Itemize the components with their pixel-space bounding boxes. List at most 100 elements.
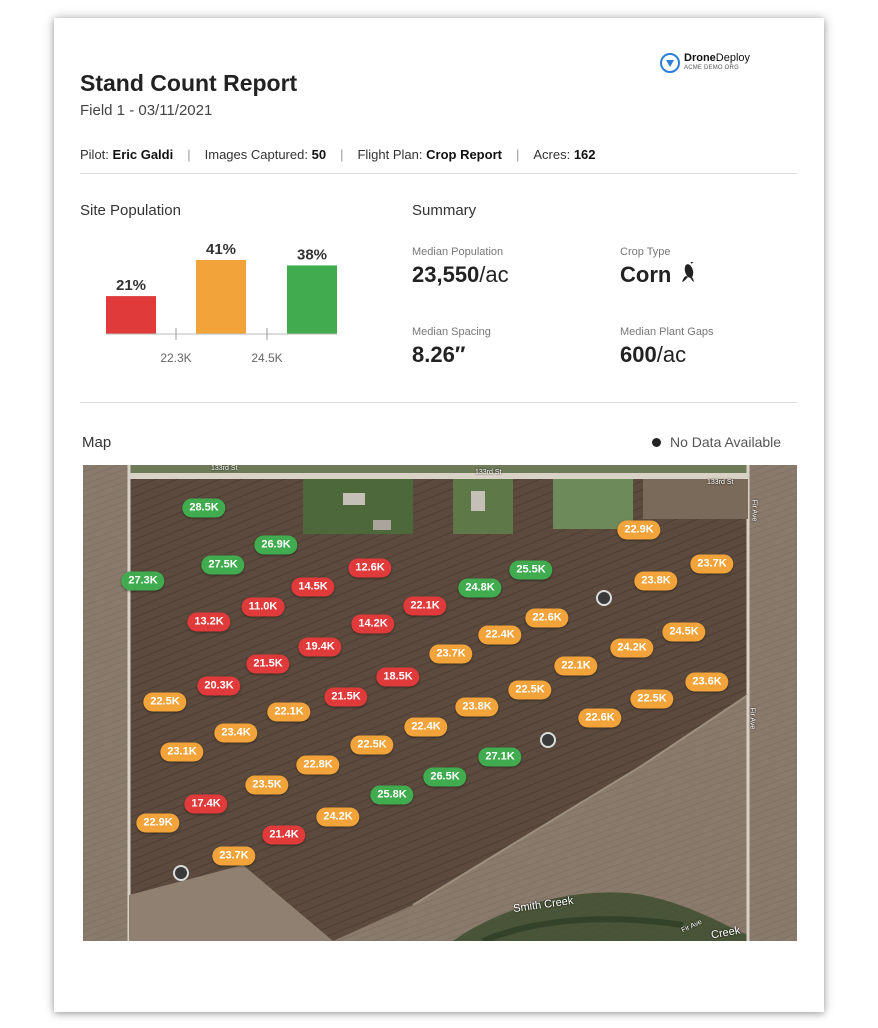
median-population-value: 23,550/ac — [412, 262, 509, 287]
stand-count-marker[interactable]: 27.5K — [201, 555, 245, 575]
field-map[interactable]: 133rd St 133rd St 133rd St Fir Ave Fir A… — [83, 465, 797, 941]
no-data-marker[interactable] — [596, 590, 612, 606]
stand-count-marker[interactable]: 24.2K — [610, 638, 654, 658]
stand-count-marker[interactable]: 14.5K — [291, 577, 335, 597]
stand-count-marker[interactable]: 23.6K — [685, 672, 729, 692]
logo-brand: DroneDeploy — [684, 52, 751, 64]
stand-count-marker[interactable]: 22.5K — [350, 735, 394, 755]
satellite-background — [83, 465, 797, 941]
stand-count-marker[interactable]: 18.5K — [376, 667, 420, 687]
stand-count-marker[interactable]: 23.8K — [634, 571, 678, 591]
stand-count-marker[interactable]: 22.1K — [554, 656, 598, 676]
acres-label: Acres: — [533, 147, 571, 162]
plan-value: Crop Report — [426, 147, 502, 162]
stand-count-marker[interactable]: 21.5K — [324, 687, 368, 707]
stand-count-marker[interactable]: 12.6K — [348, 558, 392, 578]
stand-count-marker[interactable]: 23.8K — [455, 697, 499, 717]
crop-type-label: Crop Type — [620, 246, 671, 258]
stand-count-marker[interactable]: 22.1K — [403, 596, 447, 616]
population-bar — [106, 296, 156, 334]
population-bar — [196, 260, 246, 334]
no-data-label: No Data Available — [670, 434, 782, 450]
separator: | — [515, 147, 520, 162]
crop-type-value: Corn — [620, 261, 697, 288]
separator: | — [187, 147, 191, 162]
map-legend: No Data Available — [652, 434, 781, 450]
separator: | — [340, 147, 344, 162]
stand-count-marker[interactable]: 25.8K — [370, 785, 414, 805]
stand-count-marker[interactable]: 24.8K — [458, 578, 502, 598]
pilot-value: Eric Galdi — [112, 147, 174, 162]
road-label: Fir Ave — [750, 499, 758, 522]
road-label: 133rd St — [707, 479, 734, 486]
map-label: Map — [82, 434, 112, 451]
images-label: Images Captured: — [204, 147, 308, 162]
bar-value-label: 41% — [206, 241, 236, 258]
stand-count-marker[interactable]: 22.5K — [143, 692, 187, 712]
median-population-label: Median Population — [412, 246, 504, 258]
divider — [80, 402, 797, 403]
stand-count-marker[interactable]: 17.4K — [184, 794, 228, 814]
stand-count-marker[interactable]: 22.6K — [525, 608, 569, 628]
stand-count-marker[interactable]: 20.3K — [197, 676, 241, 696]
site-population-label: Site Population — [80, 202, 181, 219]
road-label: Fir Ave — [748, 707, 756, 730]
stand-count-marker[interactable]: 22.4K — [404, 717, 448, 737]
flight-meta: Pilot: Eric Galdi | Images Captured: 50 | Fl… — [80, 147, 596, 162]
stand-count-marker[interactable]: 24.2K — [316, 807, 360, 827]
report-title: Stand Count Report — [80, 70, 298, 96]
report-subtitle: Field 1 - 03/11/2021 — [80, 102, 213, 119]
chart-tick-label: 24.5K — [251, 351, 282, 365]
stand-count-marker[interactable]: 23.7K — [429, 644, 473, 664]
stand-count-marker[interactable]: 14.2K — [351, 614, 395, 634]
stand-count-marker[interactable]: 23.7K — [690, 554, 734, 574]
median-gaps-value: 600/ac — [620, 342, 687, 367]
bar-value-label: 21% — [116, 277, 146, 294]
summary-label: Summary — [412, 202, 477, 219]
corn-icon — [682, 261, 695, 282]
stand-count-marker[interactable]: 27.1K — [478, 747, 522, 767]
stand-count-marker[interactable]: 21.4K — [262, 825, 306, 845]
dronedeploy-logo: DroneDeploy ACME DEMO ORG — [660, 53, 750, 73]
stand-count-marker[interactable]: 23.1K — [160, 742, 204, 762]
acres-value: 162 — [573, 147, 596, 162]
stand-count-marker[interactable]: 26.9K — [254, 535, 298, 555]
no-data-marker[interactable] — [173, 865, 189, 881]
logo-org: ACME DEMO ORG — [684, 65, 739, 71]
stand-count-marker[interactable]: 22.8K — [296, 755, 340, 775]
stand-count-marker[interactable]: 24.5K — [662, 622, 706, 642]
median-spacing-label: Median Spacing — [412, 326, 491, 338]
stand-count-marker[interactable]: 28.5K — [182, 498, 226, 518]
stand-count-marker[interactable]: 22.9K — [136, 813, 180, 833]
stand-count-marker[interactable]: 25.5K — [509, 560, 553, 580]
bar-value-label: 38% — [297, 246, 327, 263]
stand-count-marker[interactable]: 22.9K — [617, 520, 661, 540]
stand-count-marker[interactable]: 23.4K — [214, 723, 258, 743]
road-label: 133rd St — [475, 469, 502, 476]
plan-label: Flight Plan: — [357, 147, 423, 162]
stand-count-marker[interactable]: 26.5K — [423, 767, 467, 787]
stand-count-marker[interactable]: 27.3K — [121, 571, 165, 591]
stand-count-marker[interactable]: 22.1K — [267, 702, 311, 722]
median-spacing-value: 8.26″ — [412, 342, 466, 367]
stand-count-marker[interactable]: 22.5K — [508, 680, 552, 700]
no-data-marker[interactable] — [540, 732, 556, 748]
images-value: 50 — [311, 147, 327, 162]
chart-tick-label: 22.3K — [160, 351, 191, 365]
stand-count-marker[interactable]: 22.4K — [478, 625, 522, 645]
stand-count-marker[interactable]: 22.5K — [630, 689, 674, 709]
no-data-dot-icon — [652, 437, 661, 447]
stand-count-marker[interactable]: 13.2K — [187, 612, 231, 632]
stand-count-marker[interactable]: 22.6K — [578, 708, 622, 728]
stand-count-marker[interactable]: 23.5K — [245, 775, 289, 795]
stand-count-marker[interactable]: 23.7K — [212, 846, 256, 866]
median-gaps-label: Median Plant Gaps — [620, 326, 714, 338]
stand-count-marker[interactable]: 11.0K — [241, 597, 285, 617]
road-label: 133rd St — [211, 465, 238, 472]
site-population-chart: 21% 41% 38% 22.3K 24.5K — [106, 241, 337, 365]
population-bar — [287, 265, 337, 334]
stand-count-marker[interactable]: 19.4K — [298, 637, 342, 657]
dronedeploy-logo-icon — [660, 53, 680, 73]
stand-count-marker[interactable]: 21.5K — [246, 654, 290, 674]
pilot-label: Pilot: — [80, 147, 109, 162]
